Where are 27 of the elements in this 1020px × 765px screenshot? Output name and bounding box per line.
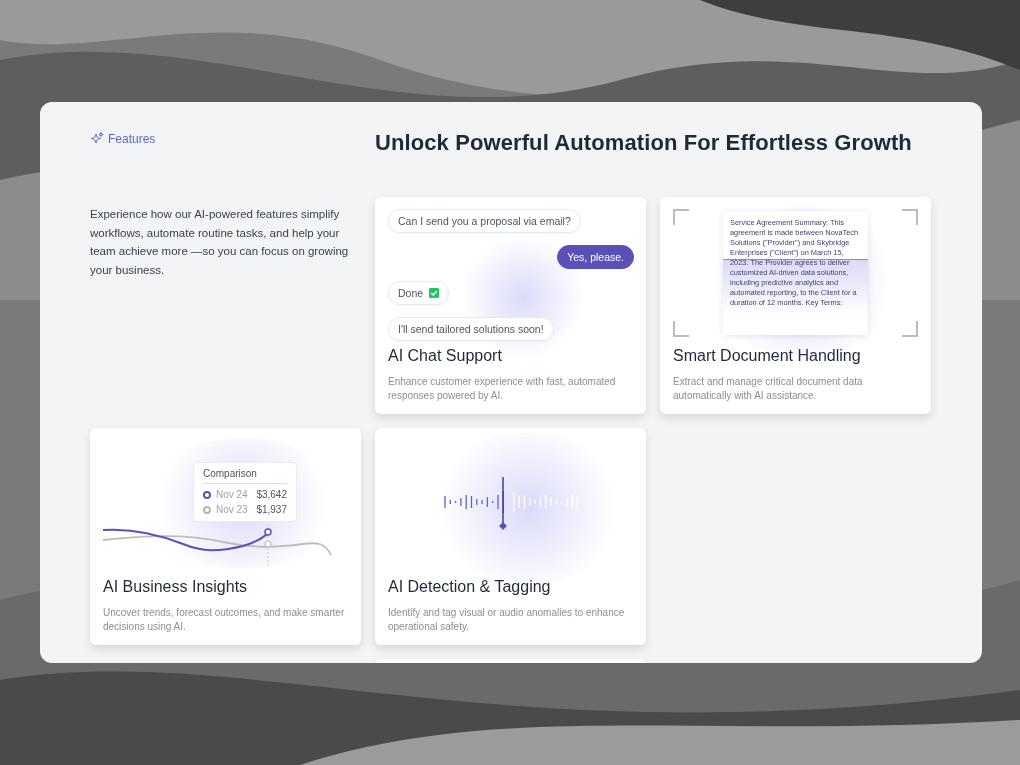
card-title: AI Detection & Tagging xyxy=(388,578,552,596)
tooltip-date: Nov 24 xyxy=(216,488,249,502)
chat-bubble: Done xyxy=(388,281,450,305)
chat-bubble: Yes, please. xyxy=(557,245,634,269)
corner-bracket-icon xyxy=(673,321,689,337)
tooltip-value: $3,642 xyxy=(256,488,287,502)
card-description: Extract and manage critical document data automatically with AI assistance. xyxy=(673,375,864,402)
card-title: AI Business Insights xyxy=(103,578,249,596)
data-point xyxy=(264,540,272,548)
corner-bracket-icon xyxy=(902,209,918,225)
chat-bubble: Can I send you a proposal via email? xyxy=(388,209,581,233)
chat-bubble: I'll send tailored solutions soon! xyxy=(388,317,554,341)
card-description: Uncover trends, forecast outcomes, and make smarter decisions using AI. xyxy=(103,606,346,633)
data-point xyxy=(264,528,272,536)
card-title: AI Chat Support xyxy=(388,347,503,365)
card-title: Smart Document Handling xyxy=(673,347,862,365)
tooltip-date: Nov 23 xyxy=(216,503,249,517)
corner-bracket-icon xyxy=(673,209,689,225)
section-heading: Unlock Powerful Automation For Effortless Growth xyxy=(375,130,913,156)
tooltip-title: Comparison xyxy=(203,468,287,484)
corner-bracket-icon xyxy=(902,321,918,337)
intro-text: Experience how our AI-powered features simplify workflows, automate routine tasks, and help your team achieve more —so you can focus on growing your business. xyxy=(90,207,350,278)
section-label: Features xyxy=(108,132,156,146)
tooltip-value: $1,937 xyxy=(256,503,287,517)
card-description: Enhance customer experience with fast, automated responses powered by AI. xyxy=(388,375,617,402)
sparkle-icon xyxy=(90,132,104,146)
card-description: Identify and tag visual or audio anomalies to enhance operational safety. xyxy=(388,606,626,633)
